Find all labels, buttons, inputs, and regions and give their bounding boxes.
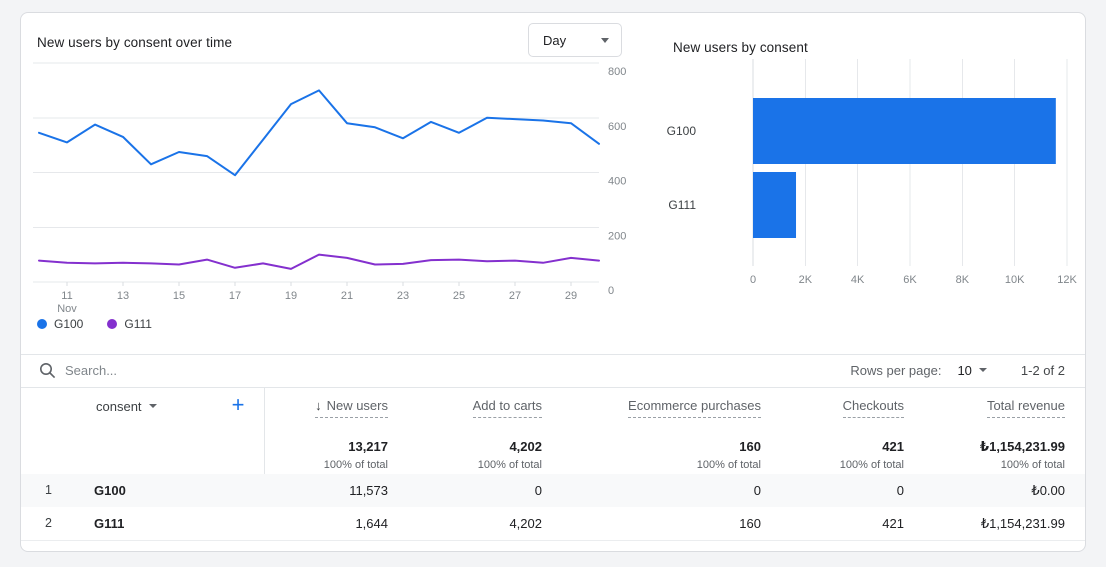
rows-per-page-select[interactable]: 10 xyxy=(957,363,987,378)
chevron-down-icon xyxy=(601,37,609,43)
total-percent: 100% of total xyxy=(839,459,904,471)
cell-checkouts: 0 xyxy=(896,483,904,498)
rows-per-page-label: Rows per page: xyxy=(850,363,942,378)
svg-text:21: 21 xyxy=(341,290,353,302)
column-header-checkouts[interactable]: Checkouts xyxy=(842,398,904,418)
granularity-value: Day xyxy=(543,32,567,48)
svg-text:600: 600 xyxy=(608,121,626,133)
row-dimension: G111 xyxy=(94,516,125,531)
svg-text:25: 25 xyxy=(453,290,465,302)
pagination-controls: Rows per page: 10 1-2 of 2 xyxy=(850,354,1065,387)
total-percent: 100% of total xyxy=(1000,459,1065,471)
svg-text:8K: 8K xyxy=(956,274,970,286)
total-revenue: ₺1,154,231.99 xyxy=(980,439,1065,454)
chevron-down-icon xyxy=(978,368,987,372)
total-percent: 100% of total xyxy=(477,459,542,471)
legend-item-g100: G100 xyxy=(37,317,83,331)
dimension-dropdown[interactable]: consent xyxy=(96,399,157,414)
table-row: 2 G111 1,644 4,202 160 421 ₺1,154,231.99 xyxy=(21,507,1085,540)
svg-text:10K: 10K xyxy=(1005,274,1025,286)
cell-total-revenue: ₺1,154,231.99 xyxy=(980,516,1065,531)
cell-ecommerce-purchases: 0 xyxy=(753,483,761,498)
svg-text:27: 27 xyxy=(509,290,521,302)
search-icon xyxy=(39,362,56,384)
new-users-bar-chart[interactable]: 0 2K 4K 6K 8K 10K 12K G100 G111 xyxy=(661,51,1081,291)
cell-checkouts: 421 xyxy=(882,516,904,531)
svg-text:17: 17 xyxy=(229,290,241,302)
legend-label: G100 xyxy=(54,317,84,331)
row-dimension: G100 xyxy=(94,483,126,498)
sort-descending-icon: ↓ xyxy=(315,398,322,413)
svg-text:800: 800 xyxy=(608,66,626,78)
svg-text:0: 0 xyxy=(750,274,756,286)
analytics-card: New users by consent over time Day 0 200 4… xyxy=(20,12,1086,552)
svg-text:6K: 6K xyxy=(903,274,917,286)
svg-text:19: 19 xyxy=(285,290,297,302)
total-percent: 100% of total xyxy=(323,459,388,471)
line-chart-title: New users by consent over time xyxy=(37,35,233,50)
pagination-range: 1-2 of 2 xyxy=(1020,363,1065,378)
column-header-add-to-carts[interactable]: Add to carts xyxy=(472,398,542,418)
rows-per-page-value: 10 xyxy=(957,363,972,378)
svg-text:G111: G111 xyxy=(668,198,696,212)
new-users-line-chart[interactable]: 0 200 400 600 800 11Nov 13 15 17 19 21 23 25 27 29 xyxy=(31,56,626,313)
dimension-label: consent xyxy=(96,399,142,414)
cell-add-to-carts: 4,202 xyxy=(509,516,542,531)
granularity-dropdown[interactable]: Day xyxy=(528,23,622,57)
table-toolbar: Rows per page: 10 1-2 of 2 xyxy=(21,354,1085,387)
total-add-to-carts: 4,202 xyxy=(509,439,542,454)
legend-label: G111 xyxy=(124,317,152,331)
divider xyxy=(21,387,1085,388)
svg-text:200: 200 xyxy=(608,230,626,242)
divider xyxy=(21,540,1085,541)
row-index: 2 xyxy=(45,516,52,530)
cell-total-revenue: ₺0.00 xyxy=(1031,483,1065,498)
svg-text:G100: G100 xyxy=(667,124,697,138)
legend-item-g111: G111 xyxy=(107,317,152,331)
legend-dot-icon xyxy=(107,319,118,329)
svg-text:11: 11 xyxy=(61,290,72,302)
total-percent: 100% of total xyxy=(696,459,761,471)
svg-text:4K: 4K xyxy=(851,274,865,286)
svg-text:12K: 12K xyxy=(1057,274,1077,286)
add-dimension-button[interactable]: + xyxy=(224,392,252,420)
search-input[interactable] xyxy=(65,354,485,387)
svg-text:29: 29 xyxy=(565,290,577,302)
cell-new-users: 11,573 xyxy=(349,483,388,498)
column-header-ecommerce-purchases[interactable]: Ecommerce purchases xyxy=(628,398,761,418)
column-header-new-users[interactable]: ↓ New users xyxy=(315,398,388,418)
svg-text:13: 13 xyxy=(117,290,129,302)
svg-text:2K: 2K xyxy=(799,274,813,286)
total-new-users: 13,217 xyxy=(348,439,388,454)
svg-text:0: 0 xyxy=(608,285,614,297)
total-checkouts: 421 xyxy=(882,439,904,454)
row-index: 1 xyxy=(45,483,52,497)
cell-new-users: 1,644 xyxy=(355,516,388,531)
total-ecommerce-purchases: 160 xyxy=(739,439,761,454)
svg-text:15: 15 xyxy=(173,290,185,302)
chevron-down-icon xyxy=(148,404,157,408)
svg-text:400: 400 xyxy=(608,176,626,188)
cell-add-to-carts: 0 xyxy=(534,483,542,498)
cell-ecommerce-purchases: 160 xyxy=(739,516,761,531)
svg-text:Nov: Nov xyxy=(57,303,77,313)
page-background: New users by consent over time Day 0 200 4… xyxy=(0,0,1106,567)
table-row: 1 G100 11,573 0 0 0 ₺0.00 xyxy=(21,474,1085,507)
column-header-total-revenue[interactable]: Total revenue xyxy=(986,398,1065,418)
chart-legend: G100 G111 xyxy=(37,317,152,331)
svg-text:23: 23 xyxy=(397,290,409,302)
legend-dot-icon xyxy=(37,319,47,329)
